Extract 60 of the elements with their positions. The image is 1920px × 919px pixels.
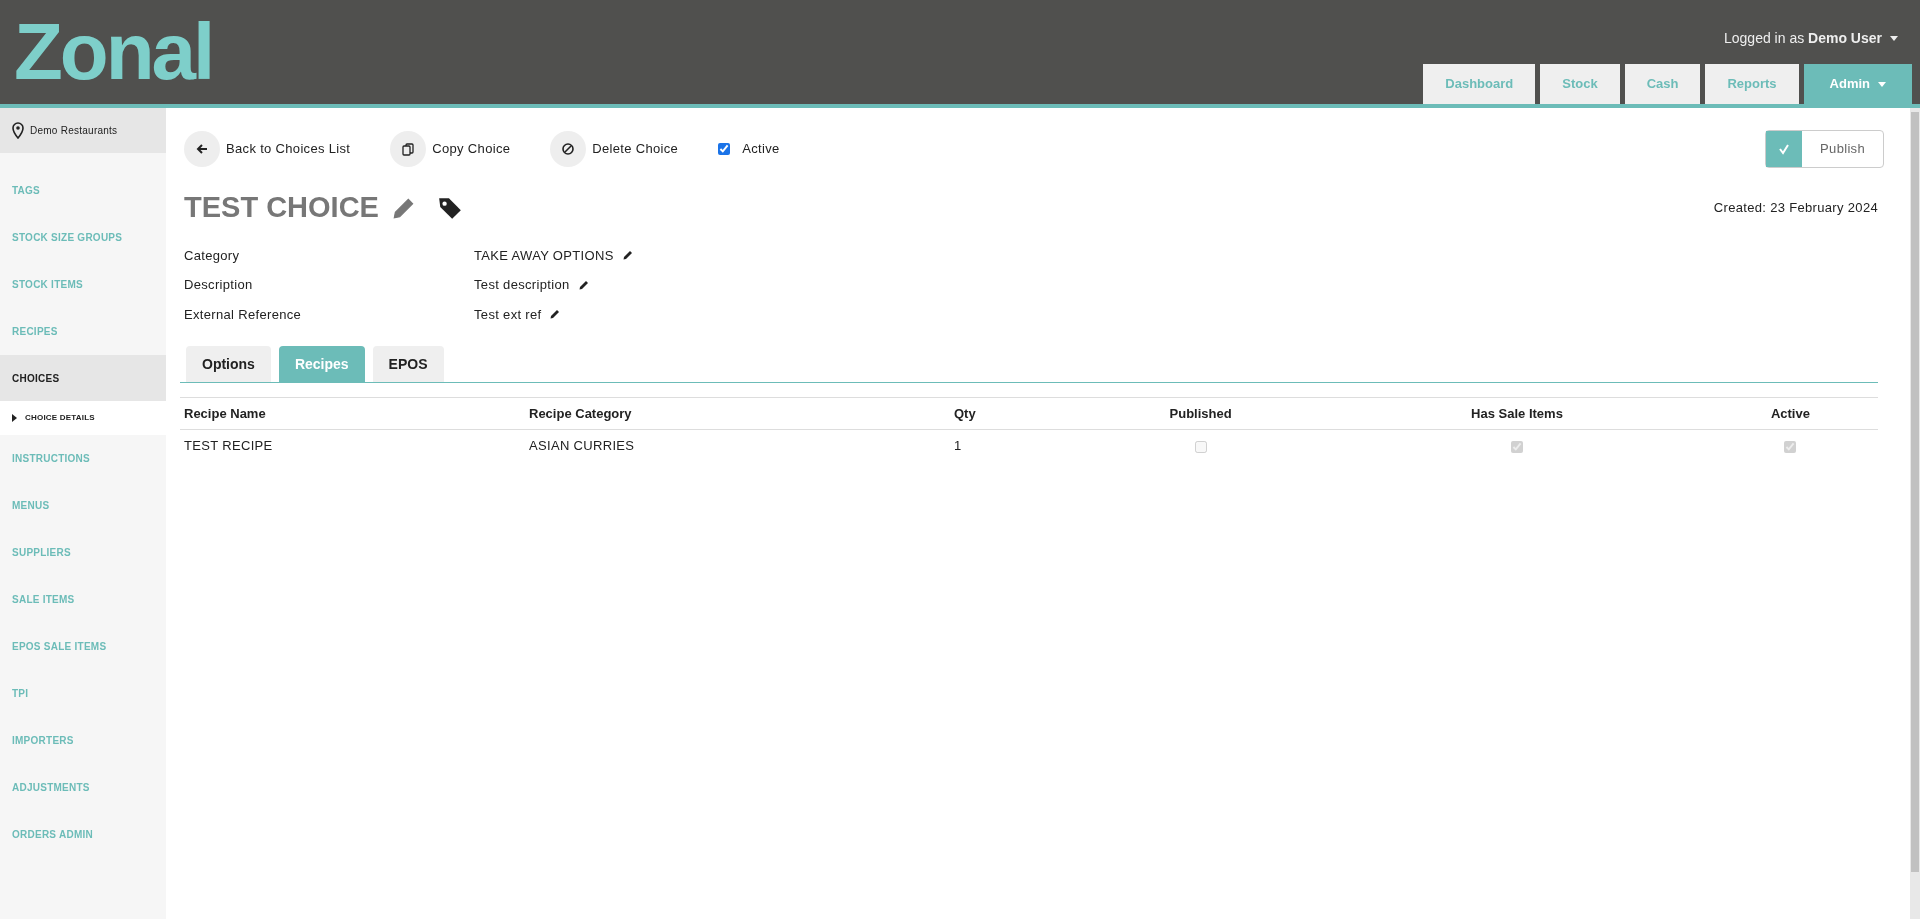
pencil-icon[interactable]: [621, 249, 634, 262]
table-cell: 1: [950, 429, 1070, 462]
sidebar-item[interactable]: CHOICES: [0, 355, 166, 401]
logged-in-user[interactable]: Logged in as Demo User: [1724, 28, 1882, 49]
column-header: Recipe Name: [180, 397, 525, 430]
location-name: Demo Restaurants: [30, 124, 118, 138]
column-header: Active: [1702, 397, 1878, 430]
pencil-icon[interactable]: [577, 278, 590, 291]
column-header: Qty: [950, 397, 1070, 430]
tab[interactable]: EPOS: [372, 346, 444, 382]
active-label: Active: [742, 140, 780, 159]
pencil-icon[interactable]: [549, 308, 562, 321]
sidebar-item[interactable]: STOCK ITEMS: [0, 261, 166, 308]
tab[interactable]: Options: [186, 346, 271, 382]
sidebar-item[interactable]: SUPPLIERS: [0, 529, 166, 576]
field-label: Category: [184, 246, 241, 265]
field-value: TAKE AWAY OPTIONS: [474, 246, 614, 265]
sidebar-item[interactable]: SALE ITEMS: [0, 576, 166, 623]
sidebar-item[interactable]: MENUS: [0, 482, 166, 529]
sidebar-item[interactable]: RECIPES: [0, 308, 166, 355]
nav-tab[interactable]: Reports: [1705, 64, 1799, 104]
map-pin-icon: [12, 122, 24, 139]
field-label: Description: [184, 276, 254, 294]
column-header: Has Sale Items: [1331, 397, 1703, 430]
sidebar-item[interactable]: EPOS SALE ITEMS: [0, 623, 166, 670]
tab[interactable]: Recipes: [278, 346, 365, 382]
sidebar-item[interactable]: STOCK SIZE GROUPS: [0, 214, 166, 261]
publish-toggle[interactable]: Publish: [1765, 130, 1884, 168]
created-date: Created: 23 February 2024: [1713, 199, 1878, 217]
page-title: TEST CHOICE: [184, 190, 379, 225]
field-label: External Reference: [184, 305, 303, 324]
caret-icon: [1890, 36, 1898, 41]
location-bar[interactable]: Demo Restaurants: [0, 108, 166, 153]
column-header: Recipe Category: [525, 397, 950, 430]
sidebar-item[interactable]: ORDERS ADMIN: [0, 811, 166, 858]
logo: Zonal: [14, 7, 213, 96]
sidebar-item[interactable]: TAGS: [0, 167, 166, 214]
table-cell: TEST RECIPE: [180, 429, 525, 462]
scrollbar-thumb[interactable]: [1911, 112, 1919, 872]
sidebar-item[interactable]: IMPORTERS: [0, 717, 166, 764]
sidebar-item[interactable]: ADJUSTMENTS: [0, 764, 166, 811]
field-value: Test ext ref: [474, 305, 542, 324]
nav-tab[interactable]: Stock: [1540, 64, 1620, 104]
active-checkbox[interactable]: [718, 143, 731, 155]
toolbar-button[interactable]: Copy Choice: [390, 131, 511, 167]
nav-tab[interactable]: Admin: [1803, 64, 1912, 104]
nav-tab[interactable]: Cash: [1624, 64, 1701, 104]
table-cell: ASIAN CURRIES: [525, 429, 950, 462]
check-icon: [1778, 143, 1791, 155]
sidebar-subitem[interactable]: CHOICE DETAILS: [0, 401, 166, 435]
sidebar-item[interactable]: TPI: [0, 670, 166, 717]
nav-tab[interactable]: Dashboard: [1423, 64, 1536, 104]
column-header: Published: [1070, 397, 1332, 430]
toolbar-button[interactable]: Back to Choices List: [184, 131, 351, 167]
copy-icon: [400, 141, 417, 157]
caret-icon: [12, 414, 17, 422]
toolbar-button[interactable]: Delete Choice: [550, 131, 679, 167]
prohibited-icon: [560, 141, 577, 157]
sidebar-item[interactable]: INSTRUCTIONS: [0, 435, 166, 482]
field-value: Test description: [474, 276, 570, 294]
